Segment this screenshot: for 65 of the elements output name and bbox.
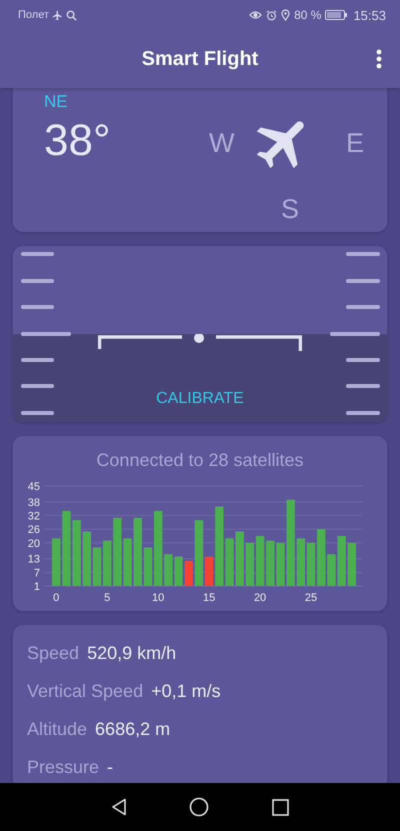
x-tick-label: 20 — [254, 592, 266, 604]
app-title: Smart Flight — [142, 48, 258, 70]
battery-icon — [325, 10, 348, 20]
info-value: - — [107, 757, 114, 777]
signal-bar — [266, 540, 274, 586]
more-options-button[interactable] — [376, 49, 382, 69]
signal-bar — [236, 531, 244, 586]
y-tick-label: 13 — [28, 554, 40, 566]
alarm-icon — [266, 10, 278, 20]
compass-letter: E — [346, 128, 364, 159]
compass-letter: S — [281, 194, 300, 225]
x-tick-label: 0 — [53, 592, 60, 604]
clock-time: 15:53 — [353, 8, 386, 22]
home-icon[interactable] — [189, 797, 210, 817]
battery-percent: 80 % — [294, 8, 322, 22]
info-value: 520,9 km/h — [87, 643, 176, 663]
direction-label: NE — [44, 92, 69, 112]
airplane-icon — [52, 10, 63, 20]
signal-bar — [82, 531, 91, 586]
signal-bar — [225, 538, 234, 586]
location-icon — [281, 9, 290, 21]
y-tick-label: 32 — [28, 510, 40, 523]
signal-bar — [52, 538, 60, 586]
info-label: Vertical Speed — [27, 681, 144, 701]
y-tick-label: 26 — [28, 524, 40, 536]
x-tick-label: 5 — [104, 592, 110, 604]
y-tick-label: 38 — [28, 496, 40, 509]
info-value: 6686,2 m — [95, 719, 170, 739]
signal-bar — [348, 542, 356, 586]
y-tick-label: 45 — [28, 481, 40, 493]
x-tick-label: 10 — [152, 592, 164, 604]
eye-icon — [249, 10, 262, 20]
heading-value: 38° — [44, 116, 112, 166]
y-tick-label: 1 — [34, 581, 40, 593]
info-label: Pressure — [27, 757, 100, 777]
signal-bar — [92, 547, 102, 586]
signal-bar — [103, 540, 112, 586]
signal-bar — [306, 542, 316, 586]
y-tick-label: 7 — [34, 567, 40, 580]
signal-bar — [174, 556, 183, 586]
x-tick-label: 25 — [304, 592, 318, 604]
info-label: Speed — [27, 643, 80, 663]
info-value: +0,1 m/s — [151, 681, 221, 701]
x-tick-label: 15 — [203, 592, 216, 604]
back-icon[interactable] — [111, 798, 128, 816]
y-tick-label: 20 — [28, 538, 40, 550]
signal-bar — [317, 529, 326, 586]
more-vert-icon — [376, 49, 382, 69]
signal-bar — [296, 538, 306, 586]
recents-icon[interactable] — [272, 798, 289, 816]
airplane-mode-label: Полет — [18, 9, 49, 21]
compass-letter: W — [209, 128, 234, 159]
signal-bar — [184, 561, 193, 586]
info-label: Altitude — [27, 719, 88, 739]
satellites-title: Connected to 28 satellites — [96, 450, 304, 471]
calibrate-button[interactable]: CALIBRATE — [152, 388, 248, 410]
aircraft-reticle-icon — [98, 334, 302, 352]
signal-bar — [256, 536, 264, 586]
signal-bar — [134, 518, 142, 586]
signal-bar — [123, 538, 132, 586]
signal-bar — [246, 542, 254, 586]
signal-bar — [164, 554, 173, 586]
signal-bar — [72, 520, 81, 586]
search-icon — [66, 10, 77, 20]
signal-bar — [113, 518, 122, 586]
